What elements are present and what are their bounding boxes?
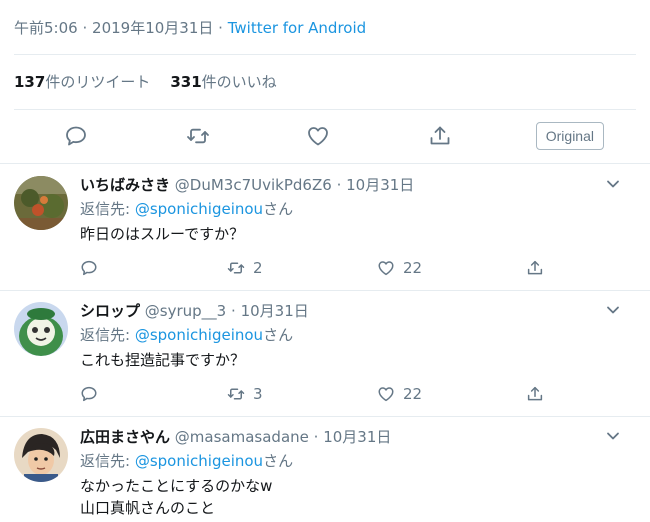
avatar[interactable] <box>14 428 68 482</box>
likes-stat[interactable]: 331件のいいね <box>170 73 276 91</box>
chevron-down-icon <box>607 306 619 314</box>
user-handle[interactable]: @syrup__3 <box>145 302 226 320</box>
retweet-button[interactable]: 3 <box>227 385 263 403</box>
reply-to-line: 返信先: @sponichigeinouさん <box>80 451 636 471</box>
reply-content: シロップ @syrup__3 · 10月31日 返信先: @sponichige… <box>80 301 636 371</box>
user-handle[interactable]: @DuM3c7UvikPd6Z6 <box>175 176 332 194</box>
tweet-actions: Original <box>0 110 650 163</box>
retweet-icon <box>227 262 245 274</box>
retweets-label: 件のリツイート <box>45 73 151 91</box>
reply-button[interactable] <box>80 385 98 403</box>
reply-item[interactable]: 広田まさやん @masamasadane · 10月31日 返信先: @spon… <box>0 417 650 522</box>
reply-to-line: 返信先: @sponichigeinouさん <box>80 325 636 345</box>
reply-text-line: なかったことにするのかなw <box>80 477 273 495</box>
likes-label: 件のいいね <box>201 73 277 91</box>
heart-icon <box>308 127 328 146</box>
reply-to-handle[interactable]: @sponichigeinou <box>135 452 263 470</box>
retweet-count: 3 <box>253 385 263 403</box>
avatar-image <box>14 176 68 230</box>
reply-date[interactable]: 10月31日 <box>346 176 414 194</box>
reply-to-handle[interactable]: @sponichigeinou <box>135 326 263 344</box>
divider <box>14 54 636 55</box>
reply-content: 広田まさやん @masamasadane · 10月31日 返信先: @spon… <box>80 427 636 519</box>
tweet-date: 2019年10月31日 <box>92 19 214 37</box>
retweet-button[interactable]: 2 <box>227 259 263 277</box>
reply-to-suffix: さん <box>263 326 294 344</box>
like-count: 22 <box>403 385 423 403</box>
retweet-count: 2 <box>253 259 263 277</box>
reply-header: シロップ @syrup__3 · 10月31日 <box>80 301 636 321</box>
tweet-source-link[interactable]: Twitter for Android <box>228 19 366 37</box>
reply-date[interactable]: 10月31日 <box>241 302 309 320</box>
header-separator: · <box>231 302 236 320</box>
heart-icon <box>378 261 394 276</box>
display-name[interactable]: いちばみさき <box>80 176 170 194</box>
share-button[interactable] <box>526 385 544 403</box>
reply-text-line: 山口真帆さんのこと <box>80 499 216 517</box>
reply-item[interactable]: いちばみさき @DuM3c7UvikPd6Z6 · 10月31日 返信先: @s… <box>0 164 650 290</box>
reply-to-handle[interactable]: @sponichigeinou <box>135 200 263 218</box>
reply-icon <box>81 386 97 402</box>
reply-text-line: 昨日のはスルーですか？ <box>80 225 245 243</box>
chevron-down-icon <box>607 432 619 440</box>
share-icon <box>527 260 543 275</box>
reply-actions: 3 22 <box>80 385 636 407</box>
tweet-timestamp[interactable]: 午前5:06 · 2019年10月31日 · Twitter for Andro… <box>14 17 366 38</box>
reply-date[interactable]: 10月31日 <box>323 428 391 446</box>
avatar[interactable] <box>14 176 68 230</box>
reply-to-prefix: 返信先: <box>80 200 131 218</box>
reply-to-suffix: さん <box>263 452 294 470</box>
reply-text: これも捏造記事ですか？ <box>80 349 636 371</box>
likes-count: 331 <box>170 73 202 91</box>
meta-separator: · <box>218 19 223 37</box>
reply-to-suffix: さん <box>263 200 294 218</box>
share-icon <box>527 386 543 401</box>
header-separator: · <box>313 428 319 446</box>
reply-text: 昨日のはスルーですか？ <box>80 223 636 245</box>
reply-item[interactable]: シロップ @syrup__3 · 10月31日 返信先: @sponichige… <box>0 291 650 416</box>
reply-header: いちばみさき @DuM3c7UvikPd6Z6 · 10月31日 <box>80 175 636 195</box>
reply-button[interactable] <box>64 124 88 148</box>
reply-actions: 2 22 <box>80 259 636 281</box>
reply-icon <box>66 126 86 146</box>
reply-content: いちばみさき @DuM3c7UvikPd6Z6 · 10月31日 返信先: @s… <box>80 175 636 245</box>
avatar-image <box>14 302 68 356</box>
more-menu-button[interactable] <box>606 177 620 191</box>
tweet-stats: 137件のリツイート 331件のいいね <box>14 71 277 92</box>
like-button[interactable]: 22 <box>377 259 422 277</box>
share-icon <box>430 126 450 145</box>
tweet-time: 午前5:06 <box>14 19 78 37</box>
avatar[interactable] <box>14 302 68 356</box>
header-separator: · <box>336 176 342 194</box>
like-button[interactable] <box>306 124 330 148</box>
retweet-button[interactable] <box>186 124 210 148</box>
reply-header: 広田まさやん @masamasadane · 10月31日 <box>80 427 636 447</box>
more-menu-button[interactable] <box>606 303 620 317</box>
display-name[interactable]: 広田まさやん <box>80 428 170 446</box>
reply-text: なかったことにするのかなw 山口真帆さんのこと <box>80 475 636 519</box>
user-handle[interactable]: @masamasadane <box>175 428 309 446</box>
retweet-icon <box>187 128 209 144</box>
retweet-icon <box>227 388 245 400</box>
retweets-stat[interactable]: 137件のリツイート <box>14 73 150 91</box>
reply-to-prefix: 返信先: <box>80 326 131 344</box>
reply-button[interactable] <box>80 259 98 277</box>
avatar-image <box>14 428 68 482</box>
share-button[interactable] <box>526 259 544 277</box>
share-button[interactable] <box>428 124 452 148</box>
meta-separator: · <box>82 19 88 37</box>
reply-to-prefix: 返信先: <box>80 452 131 470</box>
reply-text-line: これも捏造記事ですか？ <box>80 351 246 369</box>
reply-icon <box>81 260 97 276</box>
like-button[interactable]: 22 <box>377 385 422 403</box>
more-menu-button[interactable] <box>606 429 620 443</box>
original-button[interactable]: Original <box>535 122 604 150</box>
retweets-count: 137 <box>14 73 46 91</box>
heart-icon <box>378 387 394 402</box>
like-count: 22 <box>403 259 423 277</box>
chevron-down-icon <box>607 180 619 188</box>
display-name[interactable]: シロップ <box>80 302 140 320</box>
reply-to-line: 返信先: @sponichigeinouさん <box>80 199 636 219</box>
